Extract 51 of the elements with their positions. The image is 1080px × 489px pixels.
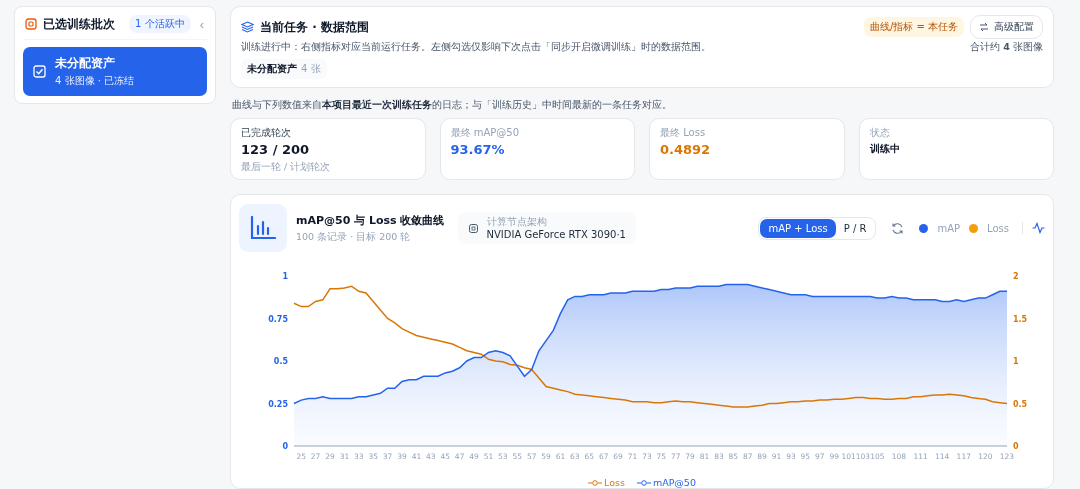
- y-axis-label: 1: [282, 272, 288, 281]
- chart-title: mAP@50 与 Loss 收敛曲线: [296, 212, 445, 228]
- stat-label: 已完成轮次: [241, 126, 292, 140]
- chip-icon: [25, 18, 37, 30]
- checkbox-icon[interactable]: [33, 65, 46, 78]
- node-value: NVIDIA GeForce RTX 3090·1: [486, 229, 626, 240]
- y-axis-label: 0.5: [273, 357, 288, 366]
- metric-tab[interactable]: P / R: [835, 218, 875, 238]
- bar-chart-icon: [239, 204, 287, 252]
- legend-label: mAP: [937, 222, 961, 234]
- scope-tag: 曲线/指标 = 本任务: [863, 17, 964, 37]
- stat-value: 123 / 200: [241, 142, 311, 157]
- image-total: 合计约 4 张图像: [970, 41, 1043, 54]
- legend-label: Loss: [987, 222, 1009, 234]
- pulse-icon[interactable]: [1032, 222, 1045, 234]
- stat-value: 0.4892: [660, 142, 712, 157]
- advanced-config-button[interactable]: 高级配置: [970, 15, 1043, 39]
- legend-label: mAP@50: [652, 477, 696, 488]
- legend-label: Loss: [604, 477, 625, 488]
- y-axis-label: 0.25: [268, 399, 288, 409]
- y-axis-label: 1: [1013, 357, 1019, 366]
- y-axis-label: 2: [1013, 272, 1019, 281]
- batch-name: 未分配资产: [55, 55, 116, 72]
- cpu-icon: [467, 222, 479, 234]
- sidebar-title: 已选训练批次: [43, 15, 116, 33]
- active-count-badge: 1 个活跃中: [129, 15, 191, 33]
- source-note: 曲线与下列数值来自本项目最近一次训练任务的日志；与「训练历史」中时间最新的一条任务对应。: [232, 99, 673, 112]
- stat-label: 最终 Loss: [660, 126, 707, 140]
- stat-label: 最终 mAP@50: [450, 126, 520, 140]
- stat-caption: 最后一轮 / 计划轮次: [241, 161, 332, 174]
- swap-icon: [979, 22, 989, 32]
- y-axis-label: 0: [282, 442, 288, 451]
- node-label: 计算节点架构: [486, 216, 548, 229]
- stat-label: 状态: [869, 126, 891, 140]
- collapse-button[interactable]: ‹: [196, 16, 207, 32]
- chip-name: 未分配资产: [247, 62, 297, 76]
- y-axis-label: 0.5: [1013, 399, 1028, 409]
- batch-meta: 4 张图像 · 已冻结: [55, 74, 135, 88]
- metric-tab[interactable]: mAP + Loss: [760, 218, 836, 238]
- batch-item[interactable]: 未分配资产 4 张图像 · 已冻结: [23, 47, 207, 96]
- stat-value: 训练中: [869, 142, 901, 156]
- y-axis-label: 0.75: [268, 314, 288, 324]
- task-title: 当前任务 · 数据范围: [260, 18, 369, 36]
- chip-count: 4 张: [301, 62, 321, 76]
- stat-value: 93.67%: [450, 142, 506, 157]
- refresh-icon[interactable]: [891, 221, 905, 235]
- task-description: 训练进行中：右侧指标对应当前运行任务。左侧勾选仅影响下次点击「同步开启微调训练」时的数据范围。: [241, 41, 711, 54]
- layers-icon: [241, 21, 254, 33]
- y-axis-label: 0: [1013, 442, 1019, 451]
- y-axis-label: 1.5: [1013, 314, 1028, 324]
- chart-subtitle: 100 条记录 · 目标 200 轮: [296, 230, 412, 244]
